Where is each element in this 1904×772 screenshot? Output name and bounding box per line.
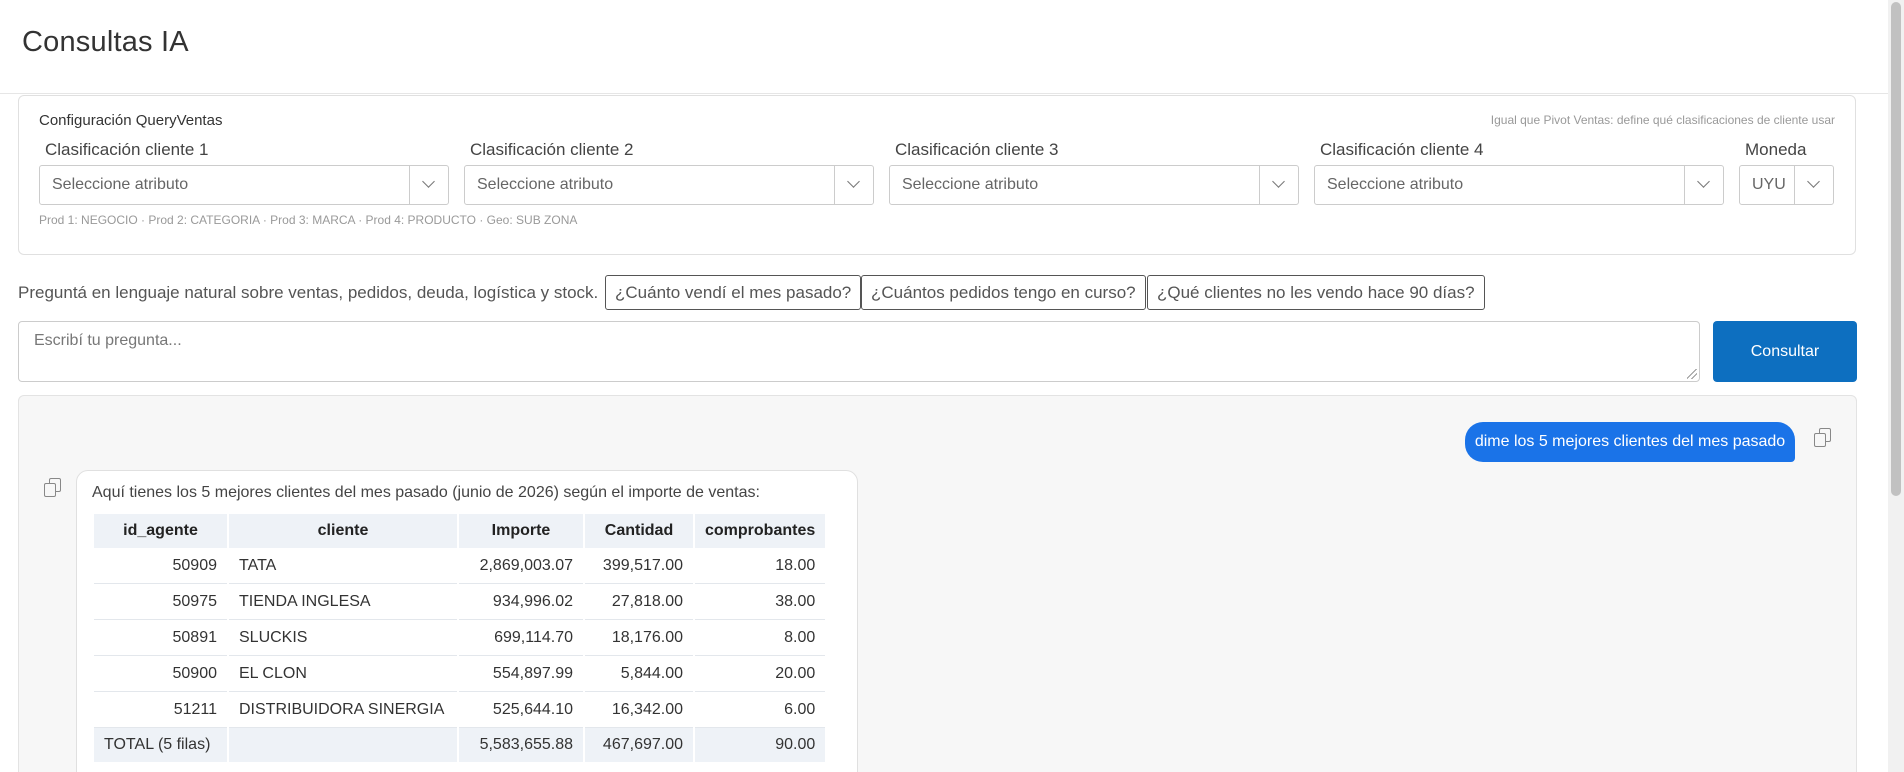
select-value: Seleccione atributo — [52, 176, 189, 193]
table-cell: 6.00 — [695, 692, 826, 728]
table-cell: DISTRIBUIDORA SINERGIA — [229, 692, 457, 728]
bot-message: Aquí tienes los 5 mejores clientes del m… — [76, 470, 858, 772]
table-cell: 27,818.00 — [585, 584, 693, 620]
field-label: Clasificación cliente 2 — [470, 140, 634, 159]
table-cell: SLUCKIS — [229, 620, 457, 656]
field-clasificacion-2: Clasificación cliente 2 Seleccione atrib… — [464, 140, 874, 205]
table-header-row: id_agente cliente Importe Cantidad compr… — [94, 514, 826, 548]
table-cell: 50891 — [94, 620, 227, 656]
config-title: Configuración QueryVentas — [39, 112, 223, 129]
table-cell: 50900 — [94, 656, 227, 692]
config-hint: Igual que Pivot Ventas: define qué clasi… — [1490, 113, 1835, 127]
chevron-down-icon[interactable] — [1259, 166, 1298, 204]
table-cell: 90.00 — [695, 728, 826, 762]
table-cell: 525,644.10 — [459, 692, 583, 728]
question-placeholder: Escribí tu pregunta... — [34, 332, 182, 349]
table-cell: 38.00 — [695, 584, 826, 620]
user-message: dime los 5 mejores clientes del mes pasa… — [1465, 422, 1795, 462]
table-cell: 51211 — [94, 692, 227, 728]
suggestion-button[interactable]: ¿Cuánto vendí el mes pasado? — [605, 275, 862, 310]
suggestion-button[interactable]: ¿Cuántos pedidos tengo en curso? — [861, 275, 1146, 310]
field-clasificacion-3: Clasificación cliente 3 Seleccione atrib… — [889, 140, 1299, 205]
field-clasificacion-4: Clasificación cliente 4 Seleccione atrib… — [1314, 140, 1724, 205]
select-clasificacion-2[interactable]: Seleccione atributo — [464, 165, 874, 205]
page-title: Consultas IA — [22, 26, 189, 58]
select-value: Seleccione atributo — [1327, 176, 1464, 193]
table-cell: 699,114.70 — [459, 620, 583, 656]
bot-intro: Aquí tienes los 5 mejores clientes del m… — [92, 484, 760, 501]
select-clasificacion-1[interactable]: Seleccione atributo — [39, 165, 449, 205]
ask-prompt: Preguntá en lenguaje natural sobre venta… — [18, 283, 599, 302]
table-cell — [229, 728, 457, 762]
field-label: Moneda — [1745, 140, 1807, 159]
column-header: comprobantes — [695, 514, 826, 548]
ask-row: Preguntá en lenguaje natural sobre venta… — [18, 275, 1878, 311]
select-moneda[interactable]: UYU — [1739, 165, 1834, 205]
consultar-button[interactable]: Consultar — [1713, 321, 1857, 382]
select-value: Seleccione atributo — [902, 176, 1039, 193]
table-cell: 8.00 — [695, 620, 826, 656]
field-label: Clasificación cliente 1 — [45, 140, 209, 159]
field-label: Clasificación cliente 3 — [895, 140, 1059, 159]
table-row: 50891 SLUCKIS 699,114.70 18,176.00 8.00 — [94, 620, 826, 656]
page-scrollbar[interactable] — [1888, 0, 1904, 772]
table-row: 50900 EL CLON 554,897.99 5,844.00 20.00 — [94, 656, 826, 692]
field-clasificacion-1: Clasificación cliente 1 Seleccione atrib… — [39, 140, 449, 205]
column-header: cliente — [229, 514, 457, 548]
top-bar: Consultas IA — [0, 0, 1888, 94]
copy-icon[interactable] — [44, 478, 62, 497]
table-cell: TATA — [229, 548, 457, 584]
select-clasificacion-4[interactable]: Seleccione atributo — [1314, 165, 1724, 205]
table-row: 50909 TATA 2,869,003.07 399,517.00 18.00 — [94, 548, 826, 584]
chevron-down-icon[interactable] — [834, 166, 873, 204]
table-cell: TIENDA INGLESA — [229, 584, 457, 620]
table-cell: 20.00 — [695, 656, 826, 692]
resize-grip-icon[interactable] — [1687, 369, 1697, 379]
results-table: id_agente cliente Importe Cantidad compr… — [92, 514, 827, 762]
chevron-down-icon[interactable] — [1794, 166, 1833, 204]
table-cell: 50909 — [94, 548, 227, 584]
column-header: Importe — [459, 514, 583, 548]
table-cell: 934,996.02 — [459, 584, 583, 620]
table-cell: 5,583,655.88 — [459, 728, 583, 762]
select-clasificacion-3[interactable]: Seleccione atributo — [889, 165, 1299, 205]
column-header: id_agente — [94, 514, 227, 548]
table-cell: 50975 — [94, 584, 227, 620]
table-cell: 399,517.00 — [585, 548, 693, 584]
field-label: Clasificación cliente 4 — [1320, 140, 1484, 159]
config-footnote: Prod 1: NEGOCIO · Prod 2: CATEGORIA · Pr… — [39, 213, 578, 227]
table-row: 51211 DISTRIBUIDORA SINERGIA 525,644.10 … — [94, 692, 826, 728]
suggestion-button[interactable]: ¿Qué clientes no les vendo hace 90 días? — [1147, 275, 1485, 310]
table-cell: 467,697.00 — [585, 728, 693, 762]
table-cell: EL CLON — [229, 656, 457, 692]
table-cell: 18.00 — [695, 548, 826, 584]
table-row: 50975 TIENDA INGLESA 934,996.02 27,818.0… — [94, 584, 826, 620]
chat-panel: dime los 5 mejores clientes del mes pasa… — [18, 395, 1857, 772]
table-cell: 5,844.00 — [585, 656, 693, 692]
select-value: UYU — [1752, 176, 1786, 193]
question-textarea[interactable]: Escribí tu pregunta... — [18, 321, 1700, 382]
chevron-down-icon[interactable] — [1684, 166, 1723, 204]
select-value: Seleccione atributo — [477, 176, 614, 193]
field-moneda: Moneda UYU — [1739, 140, 1834, 205]
table-cell: 554,897.99 — [459, 656, 583, 692]
config-panel: Configuración QueryVentas Igual que Pivo… — [18, 95, 1856, 255]
chevron-down-icon[interactable] — [409, 166, 448, 204]
table-cell: 16,342.00 — [585, 692, 693, 728]
scrollbar-thumb[interactable] — [1891, 2, 1901, 496]
table-cell: TOTAL (5 filas) — [94, 728, 227, 762]
column-header: Cantidad — [585, 514, 693, 548]
table-total-row: TOTAL (5 filas) 5,583,655.88 467,697.00 … — [94, 728, 826, 762]
copy-icon[interactable] — [1814, 428, 1832, 447]
table-cell: 18,176.00 — [585, 620, 693, 656]
table-cell: 2,869,003.07 — [459, 548, 583, 584]
